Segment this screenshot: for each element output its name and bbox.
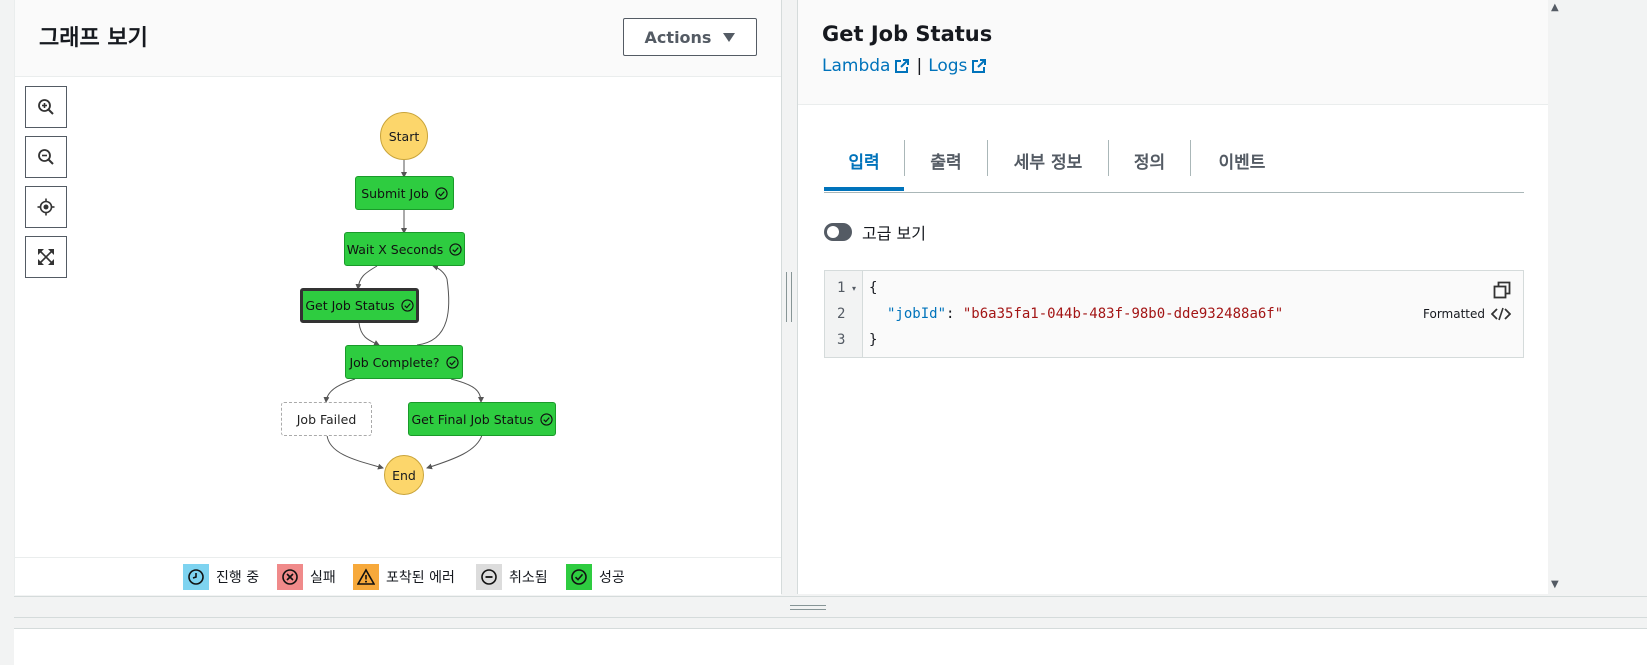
advanced-view-toggle[interactable] [824,223,852,241]
detail-panel-header: Get Job Status Lambda | Logs [798,0,1548,105]
code-line: { [869,280,877,296]
legend-label: 취소됨 [509,570,548,586]
node-wait-x-seconds[interactable]: Wait X Seconds [344,232,465,266]
json-viewer[interactable]: 1 ▾ 2 3 { "jobId": "b6a35fa1-044b-483f-9… [824,270,1524,358]
check-circle-icon [445,355,459,369]
graph-panel: 그래프 보기 Actions Start Submit Job Wait X S… [14,0,782,595]
node-label: Wait X Seconds [346,241,444,257]
caret-down-icon [723,32,736,42]
splitter-grip-icon [786,272,792,322]
x-circle-icon [277,564,303,590]
clock-icon [183,564,209,590]
code-line: } [869,332,877,348]
json-colon: : [946,306,963,322]
scroll-down-arrow[interactable]: ▼ [1551,579,1559,590]
logs-link[interactable]: Logs [928,56,987,76]
line-gutter: 1 ▾ 2 3 [825,271,863,357]
tab-definition[interactable]: 정의 [1109,140,1190,180]
legend-success: 성공 [566,564,625,590]
line-number: 3 [837,332,846,348]
copy-button[interactable] [1493,281,1511,303]
active-tab-indicator [824,187,904,191]
code-line: "jobId": "b6a35fa1-044b-483f-98b0-dde932… [887,306,1283,322]
check-circle-icon [401,299,414,312]
lambda-link[interactable]: Lambda [822,56,910,76]
check-circle-icon [449,242,462,256]
detail-tabs: 입력 출력 세부 정보 정의 이벤트 [824,130,1524,193]
formatted-label: Formatted [1423,307,1485,321]
advanced-view-toggle-row: 고급 보기 [824,220,926,244]
horizontal-splitter[interactable] [14,596,1647,618]
step-links: Lambda | Logs [822,56,987,76]
node-label: Get Final Job Status [411,411,534,427]
link-separator: | [916,56,923,76]
node-end[interactable]: End [384,455,424,495]
node-label: Job Complete? [349,354,440,370]
step-title: Get Job Status [822,22,993,46]
node-label: End [392,467,416,483]
node-label: Submit Job [361,185,429,201]
legend-label: 실패 [310,570,336,586]
toggle-label: 고급 보기 [862,224,926,243]
logs-link-label: Logs [928,56,968,76]
node-job-failed[interactable]: Job Failed [281,402,372,436]
node-job-complete[interactable]: Job Complete? [345,345,463,379]
tab-input[interactable]: 입력 [824,140,904,180]
graph-panel-header: 그래프 보기 Actions [15,0,781,77]
external-link-icon [972,59,987,73]
json-key: "jobId" [887,306,947,322]
legend-cancelled: 취소됨 [476,564,548,590]
node-label: Get Job Status [305,298,395,313]
warning-icon [353,564,379,590]
node-get-job-status[interactable]: Get Job Status [300,288,419,323]
status-legend: 진행 중 실패 포착된 에러 취소됨 성공 [15,557,781,595]
line-number: 1 [837,280,846,296]
copy-icon [1493,281,1511,299]
tab-events[interactable]: 이벤트 [1191,140,1293,180]
splitter-grip-icon [790,605,826,610]
toggle-knob [827,226,839,238]
tab-output[interactable]: 출력 [905,140,987,180]
node-submit-job[interactable]: Submit Job [355,176,454,210]
legend-failed: 실패 [277,564,336,590]
node-start[interactable]: Start [380,112,428,160]
check-circle-icon [435,186,448,200]
scroll-up-arrow[interactable]: ▲ [1551,2,1559,13]
legend-label: 포착된 에러 [386,570,455,586]
code-icon [1491,307,1511,321]
legend-label: 진행 중 [216,570,260,586]
legend-caught-error: 포착된 에러 [353,564,455,590]
node-label: Job Failed [296,411,357,427]
line-number: 2 [837,306,846,322]
external-link-icon [895,59,910,73]
node-get-final-job-status[interactable]: Get Final Job Status [408,402,556,436]
format-toggle[interactable]: Formatted [1423,307,1511,321]
check-circle-icon [566,564,592,590]
actions-button[interactable]: Actions [623,18,757,56]
lambda-link-label: Lambda [822,56,891,76]
actions-button-label: Actions [644,27,712,47]
fold-caret-icon[interactable]: ▾ [852,284,856,293]
close-brace: } [869,332,878,348]
vertical-splitter[interactable] [782,0,796,594]
check-circle-icon [539,412,553,426]
tab-details[interactable]: 세부 정보 [988,140,1108,180]
panel-title: 그래프 보기 [39,26,148,51]
open-brace: { [869,280,878,296]
detail-panel: Get Job Status Lambda | Logs 입력 출력 세부 정보… [797,0,1548,594]
bottom-panel [14,628,1647,665]
legend-label: 성공 [599,570,625,586]
node-label: Start [388,128,420,144]
minus-circle-icon [476,564,502,590]
json-value: "b6a35fa1-044b-483f-98b0-dde932488a6f" [962,306,1284,322]
legend-in-progress: 진행 중 [183,564,259,590]
